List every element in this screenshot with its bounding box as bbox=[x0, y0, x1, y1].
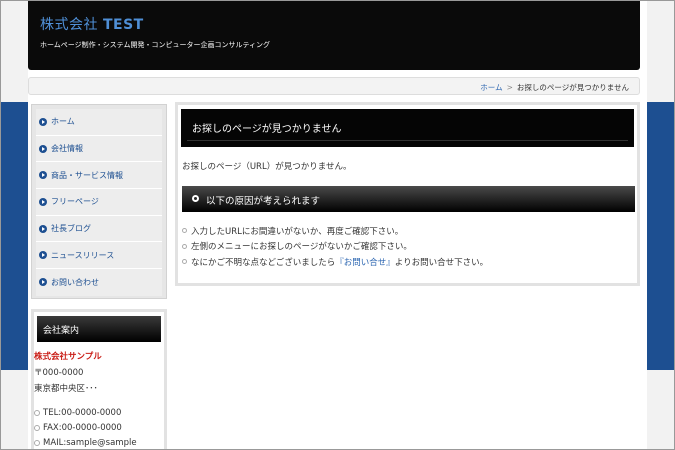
site-title-prefix: 株式会社 bbox=[40, 17, 98, 33]
site-title[interactable]: 株式会社 TEST bbox=[40, 14, 144, 34]
sidebar-item-label: フリーページ bbox=[51, 197, 99, 207]
reason-text: 入力したURLにお間違いがないか、再度ご確認下さい。 bbox=[191, 226, 404, 237]
breadcrumb: ホーム > お探しのページが見つかりません bbox=[28, 77, 640, 95]
company-info-heading: 会社案内 bbox=[37, 316, 161, 342]
ring-bullet-icon bbox=[34, 425, 40, 431]
reasons-heading: 以下の原因が考えられます bbox=[182, 186, 635, 212]
sidebar-item-label: 社長ブログ bbox=[51, 224, 91, 234]
sidebar-item-label: 商品・サービス情報 bbox=[51, 170, 123, 180]
left-blue-band bbox=[0, 102, 28, 370]
company-info-box: 会社案内 株式会社サンプル 〒000-0000 東京都中央区･･･ TEL:00… bbox=[31, 309, 167, 450]
page-title: お探しのページが見つかりません bbox=[181, 109, 634, 147]
company-address: 東京都中央区･･･ bbox=[34, 384, 98, 394]
circle-arrow-right-icon bbox=[39, 144, 47, 153]
ring-bullet-icon bbox=[34, 410, 40, 416]
sidebar-item-products[interactable]: 商品・サービス情報 bbox=[36, 162, 162, 190]
sidebar-item-label: 会社情報 bbox=[51, 144, 83, 154]
company-tel: TEL:00-0000-0000 bbox=[34, 408, 164, 418]
ring-bullet-icon bbox=[192, 195, 199, 202]
company-name: 株式会社サンプル bbox=[34, 352, 102, 362]
company-postal: 〒000-0000 bbox=[34, 368, 84, 378]
site-description: ホームページ制作・システム開発・コンピューター企画コンサルティング bbox=[40, 41, 271, 49]
reason-text-before: なにかご不明な点などございましたら bbox=[191, 257, 336, 268]
site-title-bold: TEST bbox=[102, 17, 144, 33]
sidebar-item-home[interactable]: ホーム bbox=[36, 109, 162, 136]
circle-arrow-right-icon bbox=[39, 197, 47, 206]
company-fax-text: FAX:00-0000-0000 bbox=[43, 423, 122, 433]
list-item: なにかご不明な点などございましたら 『お問い合せ』 よりお問い合せ下さい。 bbox=[182, 254, 488, 270]
sidebar-item-label: お問い合わせ bbox=[51, 277, 99, 287]
company-mail-text: MAIL:sample@sample bbox=[43, 438, 137, 448]
ring-bullet-icon bbox=[182, 259, 187, 265]
sidebar-item-label: ホーム bbox=[51, 117, 75, 127]
sidebar-item-news[interactable]: ニュースリリース bbox=[36, 242, 162, 270]
main-content: お探しのページが見つかりません お探しのページ（URL）が見つかりません。 以下… bbox=[175, 102, 640, 286]
reasons-list: 入力したURLにお間違いがないか、再度ご確認下さい。 左側のメニューにお探しのペ… bbox=[182, 223, 488, 270]
reason-text-after: よりお問い合せ下さい。 bbox=[394, 257, 489, 268]
company-fax: FAX:00-0000-0000 bbox=[34, 423, 164, 433]
company-mail[interactable]: MAIL:sample@sample bbox=[34, 438, 164, 448]
sidebar-item-company[interactable]: 会社情報 bbox=[36, 135, 162, 163]
list-item: 左側のメニューにお探しのページがないかご確認下さい。 bbox=[182, 239, 488, 255]
ring-bullet-icon bbox=[34, 440, 40, 446]
site-header: 株式会社 TEST ホームページ制作・システム開発・コンピューター企画コンサルテ… bbox=[28, 0, 640, 70]
breadcrumb-current: お探しのページが見つかりません bbox=[516, 83, 629, 92]
right-blue-band bbox=[647, 102, 675, 370]
circle-arrow-right-icon bbox=[39, 251, 47, 260]
company-tel-text: TEL:00-0000-0000 bbox=[43, 408, 122, 418]
breadcrumb-separator-icon: > bbox=[506, 83, 513, 92]
circle-arrow-right-icon bbox=[39, 117, 47, 126]
ring-bullet-icon bbox=[182, 228, 187, 234]
sidebar-item-label: ニュースリリース bbox=[51, 250, 115, 260]
ring-bullet-icon bbox=[182, 243, 187, 249]
sidebar-item-free-page[interactable]: フリーページ bbox=[36, 189, 162, 216]
sidebar-item-blog[interactable]: 社長ブログ bbox=[36, 215, 162, 243]
contact-link[interactable]: 『お問い合せ』 bbox=[335, 256, 395, 268]
side-navigation: ホーム 会社情報 商品・サービス情報 フリーページ 社長ブログ ニュースリリース… bbox=[31, 104, 167, 299]
sidebar-item-contact[interactable]: お問い合わせ bbox=[36, 269, 162, 296]
not-found-message: お探しのページ（URL）が見つかりません。 bbox=[182, 162, 352, 172]
circle-arrow-right-icon bbox=[39, 171, 47, 180]
circle-arrow-right-icon bbox=[39, 278, 47, 287]
reason-text: 左側のメニューにお探しのページがないかご確認下さい。 bbox=[191, 242, 412, 253]
page-wrapper: 株式会社 TEST ホームページ制作・システム開発・コンピューター企画コンサルテ… bbox=[28, 0, 647, 450]
breadcrumb-home-link[interactable]: ホーム bbox=[480, 83, 502, 92]
reasons-heading-text: 以下の原因が考えられます bbox=[206, 196, 321, 207]
circle-arrow-right-icon bbox=[39, 224, 47, 233]
list-item: 入力したURLにお間違いがないか、再度ご確認下さい。 bbox=[182, 223, 488, 239]
